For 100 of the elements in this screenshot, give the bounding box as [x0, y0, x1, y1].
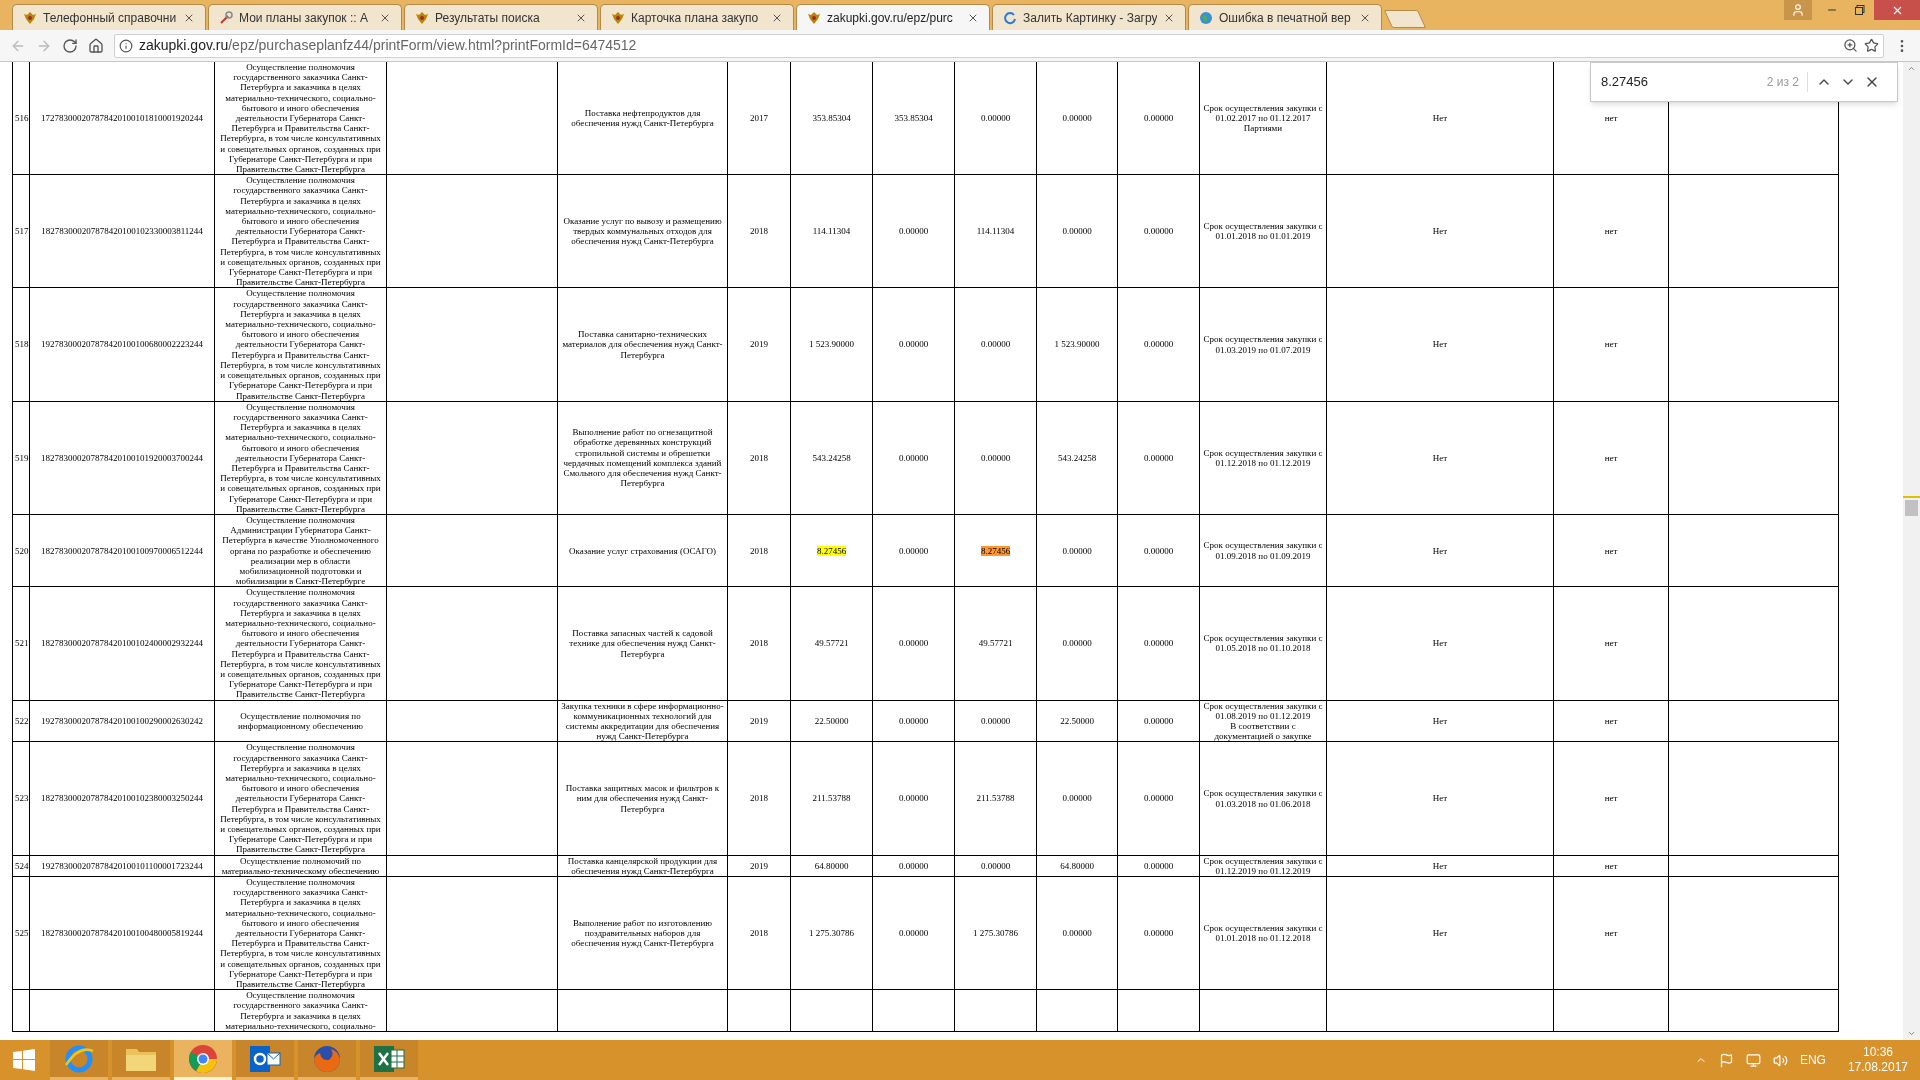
table-cell: нет: [1604, 339, 1618, 350]
table-cell: 1 275.30786: [809, 928, 854, 939]
table-cell: Осуществление полномочия государственного заказчика Санкт-Петербурга и заказчика в целях материально-технического, социально-бытового и иного обеспечения деятельности Губернатора Санкт-Петербурга и Правительства Санкт-Петербурга, в том числе консультативных и совещательных органов, созданных при Губернаторе Санкт-Петербурга и при Правительстве Санкт-Петербурга: [220, 401, 381, 514]
table-cell: Срок осуществления закупки с 01.05.2018 по 01.10.2018: [1203, 633, 1323, 654]
table-cell: 2019: [750, 860, 768, 871]
table-cell: Поставка запасных частей к садовой технике для обеспечения нужд Санкт-Петербурга: [569, 628, 716, 659]
table-cell: Поставка санитарно-технических материалов для обеспечения нужд Санкт-Петербурга: [562, 329, 723, 360]
table-cell: нет: [1604, 928, 1618, 939]
table-cell: Срок осуществления закупки с 01.08.2019 по 01.12.2019 В соответствии с документацией о закупке: [1203, 700, 1323, 742]
table-cell: 211.53788: [812, 793, 851, 804]
table-cell: 49.57721: [814, 638, 849, 649]
table-cell: 0.00000: [980, 860, 1011, 871]
row-number: 521: [15, 638, 29, 649]
taskbar-app[interactable]: [360, 1040, 418, 1080]
table-cell: 0.00000: [980, 715, 1011, 726]
browser-tab[interactable]: Телефонный справочни: [12, 4, 206, 30]
table-cell: 0.00000: [1143, 860, 1174, 871]
volume-icon[interactable]: [1772, 1052, 1788, 1068]
table-cell: 0.00000: [898, 226, 929, 237]
table-cell: 0.00000: [898, 793, 929, 804]
emblem-icon: [807, 10, 821, 25]
info-icon[interactable]: [119, 38, 133, 53]
browser-tab[interactable]: Карточка плана закупо: [600, 4, 794, 30]
table-cell: Закупка техники в сфере информационно-коммуникационных технологий для системы аккредитации для обеспечения нужд Санкт-Петербурга: [561, 700, 724, 742]
table-cell: 353.85304: [812, 113, 851, 123]
table-cell: 114.11304: [976, 226, 1015, 237]
tab-title: Мои планы закупок :: А: [239, 9, 369, 27]
home-icon[interactable]: [88, 37, 104, 54]
table-cell: 0.00000: [1062, 638, 1092, 649]
table-cell: 0.00000: [898, 860, 929, 871]
table-cell: 0.00000: [1062, 793, 1092, 804]
find-result-marker: [1903, 496, 1920, 498]
tab-title: Залить Картинку - Загру: [1023, 9, 1157, 27]
restore-icon[interactable]: [1855, 5, 1865, 15]
table-cell: Осуществление полномочий по материально-техническому обеспечению: [221, 855, 380, 876]
table-cell: Выполнение работ по огнезащитной обработке деревянных конструкций стропильной системы и обрешетки чердачных помещений комплекса зданий Смольного для обеспечения нужд Санкт-Петербурга: [563, 427, 722, 489]
browser-tab[interactable]: Ошибка в печатной вер: [1188, 4, 1382, 30]
emblem-icon: [23, 10, 37, 25]
table-cell: Нет: [1432, 928, 1448, 939]
row-number: 525: [15, 928, 29, 939]
spreadsheet-icon: [373, 1043, 405, 1074]
table-cell: Оказание услуг по вывозу и размещению твердых коммунальных отходов для обеспечения нужд Санкт-Петербурга: [563, 216, 722, 247]
tab-title: Результаты поиска: [435, 9, 541, 27]
row-number: 519: [15, 452, 29, 463]
mail-icon: [249, 1043, 281, 1074]
table-cell: 0.00000: [1143, 715, 1174, 726]
scroll-thumb[interactable]: [1905, 500, 1918, 516]
url-text: zakupki.gov.ru/epz/purchaseplanfz44/printForm/view.html?printFormId=6474512: [139, 36, 637, 55]
table-cell: 0.00000: [898, 715, 929, 726]
table-cell: 192783000207878420100100290002630242: [41, 715, 203, 726]
table-cell: 211.53788: [976, 793, 1015, 804]
table-cell: 2018: [750, 638, 768, 649]
browser-tab[interactable]: zakupki.gov.ru/epz/purc: [796, 4, 990, 30]
table-cell: 0.00000: [898, 339, 929, 350]
table-cell: 182783000207878420100102380003250244: [41, 793, 203, 804]
find-field[interactable]: 8.27456: [1601, 72, 1751, 92]
row-number: 517: [15, 226, 29, 237]
table-cell: 0.00000: [1143, 113, 1174, 123]
table-cell: 172783000207878420100101810001920244: [41, 113, 203, 123]
tab-title: Телефонный справочни: [43, 9, 177, 27]
new-tab-button[interactable]: [1383, 10, 1427, 28]
taskbar-app[interactable]: [298, 1040, 356, 1080]
table-cell: 2019: [750, 339, 768, 350]
table-cell: 49.57721: [978, 638, 1013, 649]
row-number: 518: [15, 339, 29, 350]
table-cell: Срок осуществления закупки с 01.01.2018 по 01.12.2018: [1203, 922, 1323, 944]
table-cell: Срок осуществления закупки с 01.12.2018 по 01.12.2019: [1203, 447, 1323, 468]
scroll-down-icon[interactable]: [1907, 1029, 1916, 1038]
table-cell: 0.00000: [1143, 928, 1174, 939]
browser-tab[interactable]: Результаты поиска: [404, 4, 598, 30]
table-cell: Поставка нефтепродуктов для обеспечения нужд Санкт-Петербурга: [571, 107, 714, 129]
table-cell: Осуществление полномочия государственного заказчика Санкт-Петербурга и заказчика в целях материально-технического, социально-бытового и иного обеспечения деятельности Губернатора Санкт-Петербурга и Правительства Санкт-Петербурга, в том числе консультативных и совещательных органов, созданных при Губернаторе Санкт-Петербурга и при Правительстве Санкт-Петербурга: [220, 288, 381, 401]
search-match: 8.27456: [980, 545, 1011, 556]
taskbar-app[interactable]: [236, 1040, 294, 1080]
table-cell: 0.00000: [898, 928, 929, 939]
network-icon[interactable]: [1745, 1052, 1761, 1068]
browser-tab[interactable]: Залить Картинку - Загру: [992, 4, 1186, 30]
browser-tab[interactable]: Мои планы закупок :: А: [208, 4, 402, 30]
scroll-up-icon[interactable]: [1907, 64, 1916, 73]
table-cell: 182783000207878420100100480005819244: [41, 928, 203, 939]
table-cell: нет: [1604, 793, 1618, 804]
table-cell: 0.00000: [1062, 113, 1092, 123]
flag-icon[interactable]: [1718, 1052, 1734, 1068]
scrollbar[interactable]: [1903, 62, 1920, 1040]
table-cell: 2018: [750, 226, 768, 237]
address-field[interactable]: zakupki.gov.ru/epz/purchaseplanfz44/printForm/view.html?printFormId=6474512: [114, 33, 1884, 58]
clock-time: 10:36: [1862, 1045, 1893, 1060]
table-cell: 0.00000: [1143, 793, 1174, 804]
zoom-icon[interactable]: [1843, 38, 1858, 53]
table-cell: Нет: [1432, 452, 1448, 463]
table-cell: 2018: [750, 793, 768, 804]
table-cell: нет: [1604, 452, 1618, 463]
table-cell: 0.00000: [898, 452, 929, 463]
windows-logo-icon: [13, 1049, 35, 1071]
table-cell: Срок осуществления закупки с 01.12.2019 по 01.12.2019: [1203, 855, 1323, 876]
bookmark-star-icon[interactable]: [1864, 38, 1879, 53]
table-cell: Нет: [1432, 545, 1448, 556]
table-cell: Оказание услуг страхования (ОСАГО): [568, 545, 717, 556]
reload-icon[interactable]: [62, 37, 78, 54]
table-cell: 182783000207878420100102330003811244: [41, 226, 203, 237]
